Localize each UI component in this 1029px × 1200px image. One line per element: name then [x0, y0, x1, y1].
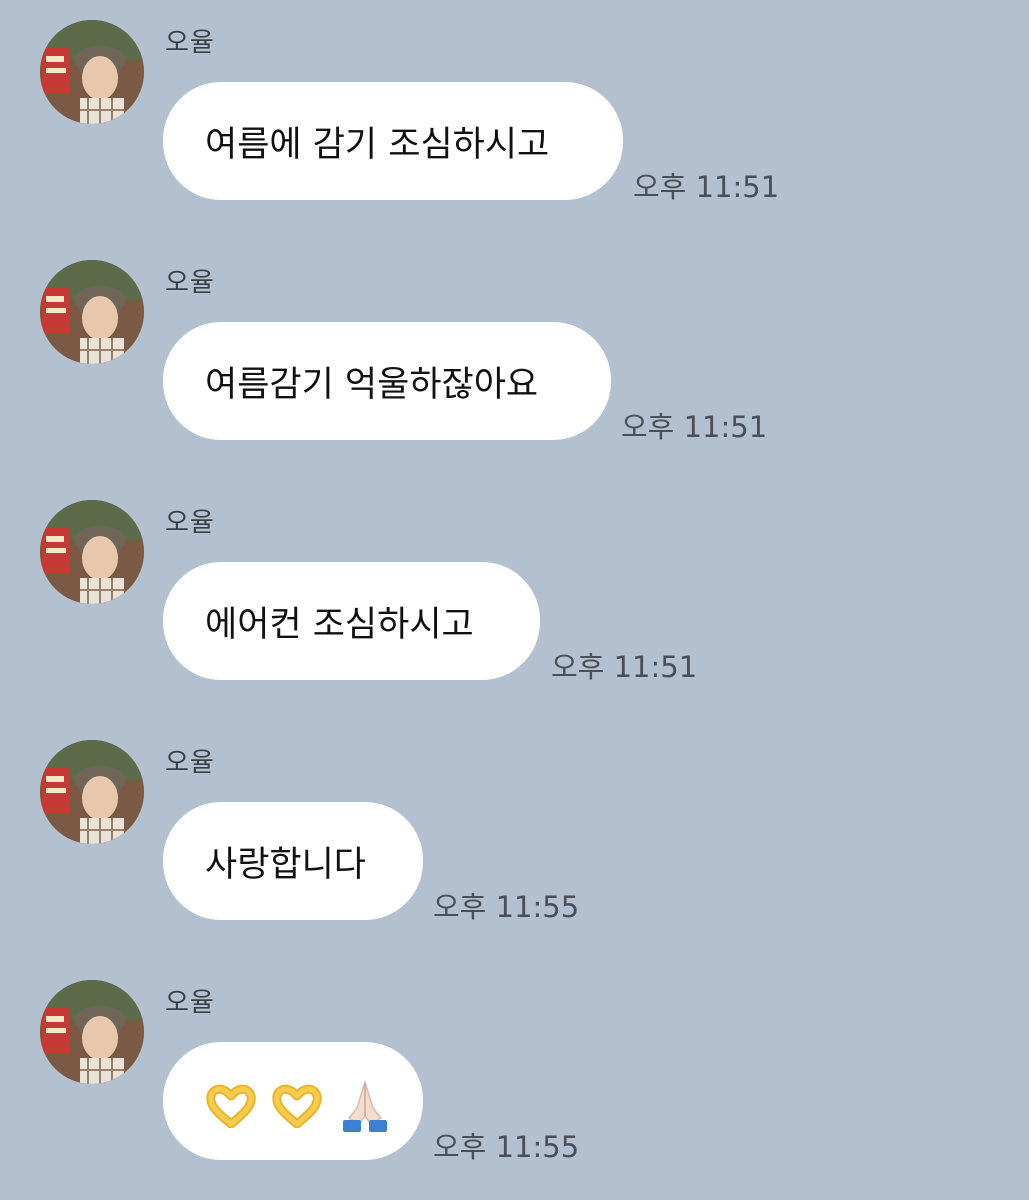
message-bubble[interactable]: 에어컨 조심하시고 [163, 562, 540, 680]
message-row: 오율 오후 11:55 [0, 960, 1029, 1164]
avatar[interactable] [40, 500, 144, 604]
message-bubble[interactable]: 여름에 감기 조심하시고 [163, 82, 623, 200]
message-text: 여름감기 억울하잖아요 [205, 364, 539, 405]
avatar[interactable] [40, 980, 144, 1084]
message-time: 오후 11:51 [621, 410, 768, 444]
sender-name: 오율 [165, 988, 215, 1018]
message-text: 에어컨 조심하시고 [205, 604, 474, 645]
message-row: 오율 여름에 감기 조심하시고 오후 11:51 [0, 0, 1029, 204]
message-row: 오율 사랑합니다 오후 11:55 [0, 720, 1029, 924]
heart-hands-icon [206, 1084, 256, 1128]
message-row: 오율 여름감기 억울하잖아요 오후 11:51 [0, 240, 1029, 444]
folded-hands-icon [343, 1079, 387, 1132]
message-time: 오후 11:51 [633, 170, 780, 204]
sender-name: 오율 [165, 268, 215, 298]
heart-hands-icon [272, 1084, 322, 1128]
avatar[interactable] [40, 260, 144, 364]
message-time: 오후 11:51 [551, 650, 698, 684]
message-bubble[interactable]: 여름감기 억울하잖아요 [163, 322, 611, 440]
sender-name: 오율 [165, 28, 215, 58]
message-bubble[interactable]: 사랑합니다 [163, 802, 423, 920]
message-text: 여름에 감기 조심하시고 [205, 124, 550, 165]
message-text: 사랑합니다 [205, 844, 367, 885]
chat-window: 오율 여름에 감기 조심하시고 오후 11:51 오율 여름감기 억울하잖아요 … [0, 0, 1029, 1200]
avatar[interactable] [40, 740, 144, 844]
emoji-row [205, 1068, 393, 1134]
message-row: 오율 에어컨 조심하시고 오후 11:51 [0, 480, 1029, 684]
avatar[interactable] [40, 20, 144, 124]
message-bubble[interactable] [163, 1042, 423, 1160]
sender-name: 오율 [165, 748, 215, 778]
sender-name: 오율 [165, 508, 215, 538]
message-time: 오후 11:55 [433, 1130, 580, 1164]
message-time: 오후 11:55 [433, 890, 580, 924]
